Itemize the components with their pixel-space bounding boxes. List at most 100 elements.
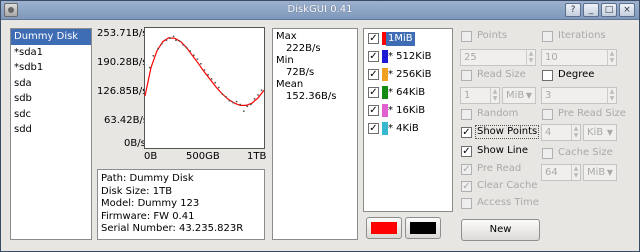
data-point bbox=[242, 110, 245, 112]
cache-size-spinbox[interactable]: 64 ▲ ▼ bbox=[541, 164, 581, 181]
help-button[interactable]: ? bbox=[565, 3, 581, 17]
series-checkbox[interactable]: ✓ bbox=[368, 123, 379, 134]
pre-read-size-spinbox[interactable]: 4 ▲ ▼ bbox=[541, 124, 581, 141]
points-label: Points bbox=[477, 30, 508, 41]
series-checkbox[interactable]: ✓ bbox=[368, 87, 379, 98]
device-list[interactable]: Dummy Disk *sda1 *sdb1 sda sdb sdc sdd bbox=[10, 28, 92, 240]
disk-serial: Serial Number: 43.235.823R bbox=[101, 223, 244, 234]
disk-model: Model: Dummy 123 bbox=[101, 198, 200, 209]
pre-read-checkbox[interactable]: ✓ bbox=[461, 164, 472, 175]
read-size-checkbox[interactable] bbox=[461, 70, 472, 81]
data-point bbox=[175, 39, 177, 42]
series-label: * 256KiB bbox=[388, 69, 432, 80]
series-label: * 512KiB bbox=[388, 51, 432, 62]
data-point bbox=[196, 58, 199, 60]
show-line-checkbox[interactable]: ✓ bbox=[461, 146, 472, 157]
spin-arrows-icon[interactable]: ▲ ▼ bbox=[526, 50, 535, 65]
iterations-spinbox[interactable]: 10 ▲ ▼ bbox=[541, 49, 617, 66]
minimize-button[interactable]: _ bbox=[583, 3, 599, 17]
pre-read-size-checkbox[interactable] bbox=[542, 109, 553, 120]
series-list-item[interactable]: ✓ * 64KiB bbox=[365, 85, 451, 102]
data-point bbox=[210, 78, 213, 80]
iterations-label: Iterations bbox=[558, 30, 606, 41]
access-time-checkbox[interactable] bbox=[461, 198, 472, 209]
degree-spinbox[interactable]: 3 ▲ ▼ bbox=[541, 87, 617, 104]
points-spinbox[interactable]: 25 ▲ ▼ bbox=[460, 49, 536, 66]
series-label: * 64KiB bbox=[388, 87, 426, 98]
cache-size-checkbox[interactable] bbox=[542, 148, 553, 159]
max-label: Max bbox=[276, 31, 297, 42]
read-size-spinbox[interactable]: 1 ▲ ▼ bbox=[460, 87, 500, 104]
show-points-checkbox[interactable]: ✓ bbox=[461, 127, 472, 138]
series-list[interactable]: ✓ 1MiB ✓ * 512KiB ✓ * 256KiB ✓ * 64KiB ✓ * 16KiB ✓… bbox=[363, 28, 453, 212]
data-point bbox=[217, 86, 220, 89]
random-checkbox[interactable] bbox=[461, 109, 472, 120]
device-list-item[interactable]: *sda1 bbox=[11, 45, 91, 61]
spin-arrows-icon[interactable]: ▲ ▼ bbox=[607, 88, 616, 103]
points-checkbox[interactable] bbox=[461, 31, 472, 42]
clear-cache-checkbox[interactable]: ✓ bbox=[461, 181, 472, 192]
data-point bbox=[225, 96, 227, 98]
min-value: 72B/s bbox=[286, 67, 315, 78]
iterations-value: 10 bbox=[545, 52, 558, 63]
data-point bbox=[185, 46, 188, 49]
device-list-item[interactable]: sdd bbox=[11, 122, 91, 138]
disk-firmware: Firmware: FW 0.41 bbox=[101, 210, 195, 222]
disk-size: Disk Size: 1TB bbox=[101, 185, 173, 197]
y-tick-label: 190.28B/s bbox=[97, 57, 148, 68]
spin-arrows-icon[interactable]: ▲ ▼ bbox=[607, 50, 616, 65]
pre-read-size-value: 4 bbox=[545, 127, 552, 138]
data-point bbox=[239, 103, 242, 106]
series-list-item[interactable]: ✓ * 16KiB bbox=[365, 103, 451, 120]
title-bar[interactable]: DiskGUI 0.41 ? _ □ × bbox=[1, 1, 639, 20]
data-point bbox=[203, 69, 206, 71]
point-color-swatch bbox=[410, 222, 436, 234]
cache-size-unit-select[interactable]: MiB ▼ bbox=[583, 164, 617, 181]
min-label: Min bbox=[276, 55, 294, 66]
series-list-item[interactable]: ✓ * 256KiB bbox=[365, 67, 451, 84]
read-size-unit-select[interactable]: MiB ▼ bbox=[502, 87, 536, 104]
data-point bbox=[172, 35, 175, 38]
spin-arrows-icon[interactable]: ▲ ▼ bbox=[571, 125, 580, 140]
y-tick-label: 63.42B/s bbox=[104, 115, 149, 126]
data-point bbox=[189, 50, 192, 52]
cache-size-unit: MiB bbox=[587, 167, 606, 178]
close-button[interactable]: × bbox=[619, 3, 635, 17]
data-point bbox=[152, 54, 155, 57]
diskgui-window: DiskGUI 0.41 ? _ □ × Dummy Disk *sda1 *sdb… bbox=[0, 0, 640, 252]
device-list-item[interactable]: *sdb1 bbox=[11, 60, 91, 76]
series-label: * 16KiB bbox=[388, 105, 426, 116]
statistics-panel: Max 222B/s Min 72B/s Mean 152.36B/s bbox=[272, 28, 358, 240]
series-checkbox[interactable]: ✓ bbox=[368, 33, 379, 44]
mean-label: Mean bbox=[276, 79, 304, 90]
device-list-items: Dummy Disk *sda1 *sdb1 sda sdb sdc sdd bbox=[11, 29, 91, 138]
access-time-label: Access Time bbox=[477, 197, 539, 208]
spin-arrows-icon[interactable]: ▲ ▼ bbox=[571, 165, 580, 180]
series-list-item[interactable]: ✓ * 512KiB bbox=[365, 49, 451, 66]
spin-arrows-icon[interactable]: ▲ ▼ bbox=[490, 88, 499, 103]
device-list-item[interactable]: sdb bbox=[11, 91, 91, 107]
series-checkbox[interactable]: ✓ bbox=[368, 105, 379, 116]
data-point bbox=[253, 97, 256, 100]
data-point bbox=[214, 81, 217, 84]
device-list-item[interactable]: sda bbox=[11, 76, 91, 92]
maximize-button[interactable]: □ bbox=[601, 3, 617, 17]
device-list-item[interactable]: sdc bbox=[11, 107, 91, 123]
iterations-checkbox[interactable] bbox=[542, 31, 553, 42]
data-point bbox=[157, 47, 159, 50]
show-points-label: Show Points bbox=[475, 125, 540, 139]
series-checkbox[interactable]: ✓ bbox=[368, 51, 379, 62]
degree-value: 3 bbox=[545, 90, 552, 101]
throughput-chart bbox=[144, 27, 265, 149]
device-list-item[interactable]: Dummy Disk bbox=[11, 29, 91, 45]
line-color-button[interactable] bbox=[366, 217, 402, 239]
series-list-item[interactable]: ✓ 1MiB bbox=[365, 31, 451, 48]
series-list-item[interactable]: ✓ * 4KiB bbox=[365, 121, 451, 138]
chevron-down-icon: ▼ bbox=[525, 91, 532, 100]
point-color-button[interactable] bbox=[405, 217, 441, 239]
new-button[interactable]: New bbox=[461, 219, 540, 241]
series-checkbox[interactable]: ✓ bbox=[368, 69, 379, 80]
degree-checkbox[interactable] bbox=[542, 70, 553, 81]
pre-read-size-unit-select[interactable]: KiB ▼ bbox=[583, 124, 617, 141]
data-point bbox=[235, 100, 238, 103]
